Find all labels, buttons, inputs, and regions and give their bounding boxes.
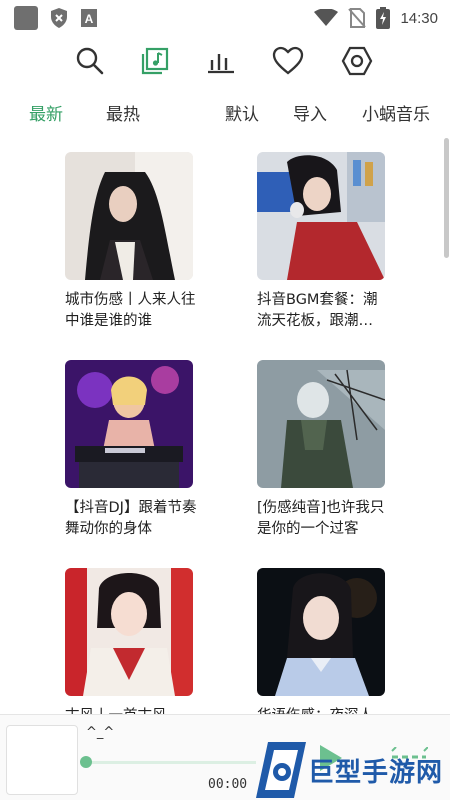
a-app-icon: A bbox=[81, 9, 97, 27]
site-watermark: 巨型手游网 bbox=[256, 742, 446, 798]
music-library-icon[interactable] bbox=[138, 44, 172, 78]
playlist-title: 【抖音DJ】跟着节奏舞动你的身体 bbox=[65, 500, 197, 537]
playlist-cover bbox=[65, 568, 193, 696]
playlist-card[interactable]: 城市伤感丨人来人往中谁是谁的谁 bbox=[65, 152, 197, 332]
playlist-cover bbox=[257, 152, 385, 280]
top-nav bbox=[0, 40, 450, 82]
chart-bars-icon[interactable] bbox=[204, 44, 238, 78]
playlist-card[interactable]: 【抖音DJ】跟着节奏舞动你的身体 bbox=[65, 360, 197, 540]
settings-hexagon-icon[interactable] bbox=[340, 44, 374, 78]
scrollbar-thumb[interactable] bbox=[444, 138, 449, 258]
playlist-title: [伤感纯音]也许我只是你的一个过客 bbox=[257, 500, 385, 537]
playlist-cover bbox=[65, 152, 193, 280]
player-song-title: ^_^ bbox=[86, 725, 115, 740]
svg-text:A: A bbox=[85, 12, 94, 26]
player-time: 00:00 bbox=[208, 777, 248, 792]
playlist-title: 城市伤感丨人来人往中谁是谁的谁 bbox=[65, 292, 196, 329]
tab-import[interactable]: 导入 bbox=[293, 100, 327, 125]
playlist-card[interactable]: 抖音BGM套餐：潮流天花板，跟潮… bbox=[257, 152, 389, 332]
playlist-card[interactable]: [伤感纯音]也许我只是你的一个过客 bbox=[257, 360, 389, 540]
playlist-cover bbox=[65, 360, 193, 488]
player-artwork[interactable] bbox=[6, 725, 78, 795]
no-sim-icon bbox=[348, 8, 367, 28]
battery-charging-icon bbox=[376, 7, 391, 29]
search-icon[interactable] bbox=[73, 44, 107, 78]
heart-icon[interactable] bbox=[271, 44, 305, 78]
category-tabs: 最新 最热 默认 导入 小蜗音乐 bbox=[0, 96, 450, 128]
progress-knob[interactable] bbox=[80, 756, 92, 768]
clock-time: 14:30 bbox=[400, 9, 438, 27]
wifi-icon bbox=[314, 9, 339, 26]
shield-x-icon bbox=[51, 8, 67, 28]
watermark-text: 巨型手游网 bbox=[308, 758, 444, 788]
status-bar: A 14:30 bbox=[0, 0, 450, 34]
playlist-cover bbox=[257, 360, 385, 488]
tab-snail-music[interactable]: 小蜗音乐 bbox=[362, 100, 430, 125]
tab-default[interactable]: 默认 bbox=[225, 100, 259, 125]
playlist-title: 抖音BGM套餐：潮流天花板，跟潮… bbox=[257, 292, 378, 329]
watermark-logo-icon bbox=[256, 742, 306, 798]
tab-latest[interactable]: 最新 bbox=[29, 100, 63, 125]
tab-hottest[interactable]: 最热 bbox=[106, 100, 140, 125]
notification-square-icon bbox=[14, 6, 38, 30]
progress-track[interactable] bbox=[86, 761, 256, 764]
playlist-cover bbox=[257, 568, 385, 696]
